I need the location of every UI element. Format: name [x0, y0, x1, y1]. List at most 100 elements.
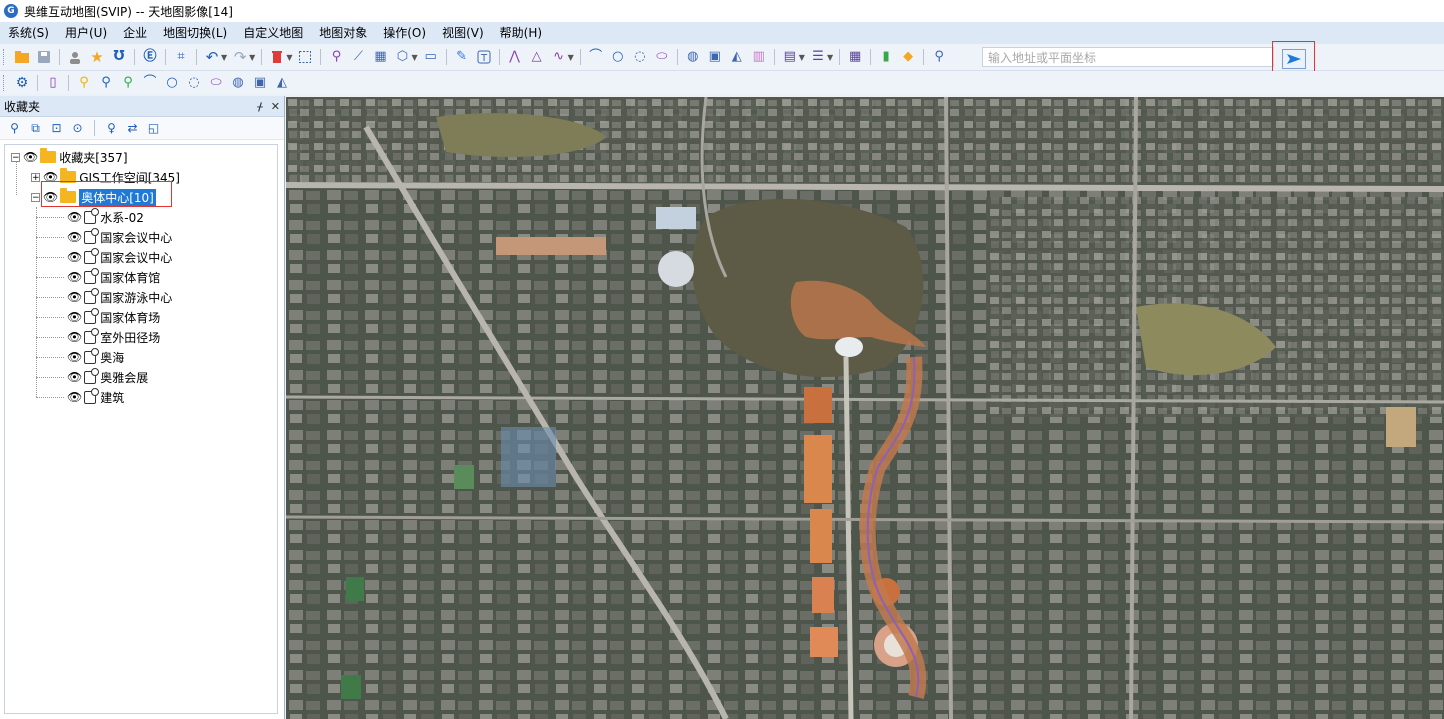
marker-icon[interactable]: ⚲	[326, 47, 346, 67]
map-canvas[interactable]	[286, 97, 1444, 719]
locate-icon[interactable]: ⊙	[69, 120, 86, 137]
track-icon[interactable]: Ʊ	[109, 47, 129, 67]
pin-marker-icon[interactable]: ✎	[452, 47, 472, 67]
grid-table-icon[interactable]: ▦	[845, 47, 865, 67]
tree-item[interactable]: 👁 国家会议中心	[67, 227, 172, 247]
toolbar-grip[interactable]	[3, 75, 7, 91]
tree-item[interactable]: 👁 室外田径场	[67, 327, 160, 347]
text-label-icon[interactable]: T	[474, 47, 494, 67]
polygon-icon[interactable]: △	[527, 47, 547, 67]
filled-shape-icon[interactable]: ◭	[272, 73, 292, 93]
stripes-icon[interactable]: ▥	[749, 47, 769, 67]
menu-user[interactable]: 用户(U)	[57, 22, 115, 44]
list-icon[interactable]: ☰	[808, 47, 828, 67]
user-icon[interactable]	[65, 47, 85, 67]
crop-icon[interactable]: ⌗	[171, 47, 191, 67]
pin-icon[interactable]: ♀	[103, 120, 120, 137]
favorite-star-icon[interactable]: ★	[87, 47, 107, 67]
blue-pin-icon[interactable]: ⚲	[96, 73, 116, 93]
visibility-eye-icon[interactable]: 👁	[67, 230, 82, 244]
menu-system[interactable]: 系统(S)	[0, 22, 57, 44]
save-icon[interactable]	[34, 47, 54, 67]
tree-item[interactable]: 👁 奥海	[67, 347, 124, 367]
curve-dropdown-icon[interactable]: ▼	[568, 53, 574, 62]
copy-icon[interactable]: ⧉	[27, 120, 44, 137]
redo-icon[interactable]: ↷	[230, 47, 250, 67]
select-box-icon[interactable]	[295, 47, 315, 67]
search-icon[interactable]: ⚲	[6, 120, 23, 137]
filled-circle-icon[interactable]: ◍	[228, 73, 248, 93]
menu-enterprise[interactable]: 企业	[115, 22, 155, 44]
undo-dropdown-icon[interactable]: ▼	[221, 53, 227, 62]
visibility-eye-icon[interactable]: 👁	[67, 310, 82, 324]
yellow-pin-icon[interactable]: ⚲	[74, 73, 94, 93]
curve-icon[interactable]: ∿	[549, 47, 569, 67]
globe-3d-icon[interactable]: Ⓔ	[140, 47, 160, 67]
vip-icon[interactable]: ◆	[898, 47, 918, 67]
tree-item[interactable]: 👁 奥雅会展	[67, 367, 148, 387]
search-input[interactable]: 输入地址或平面坐标	[982, 47, 1274, 67]
tree-item[interactable]: 👁 国家会议中心	[67, 247, 172, 267]
expand-icon[interactable]: +	[31, 172, 40, 182]
circle-outline-icon[interactable]: ○	[162, 73, 182, 93]
delete-icon[interactable]	[267, 47, 287, 67]
menu-map-switch[interactable]: 地图切换(L)	[155, 22, 235, 44]
filled-polygon-icon[interactable]: ◭	[727, 47, 747, 67]
menu-view[interactable]: 视图(V)	[434, 22, 492, 44]
toolbar-grip[interactable]	[3, 49, 7, 65]
redo-dropdown-icon[interactable]: ▼	[249, 53, 255, 62]
arc-circle-icon[interactable]: ◌	[184, 73, 204, 93]
visibility-eye-icon[interactable]: 👁	[67, 370, 82, 384]
cube-icon[interactable]: ⬡	[392, 47, 412, 67]
layer-panel-icon[interactable]: ▤	[780, 47, 800, 67]
search-icon[interactable]: ⚲	[929, 47, 949, 67]
visibility-eye-icon[interactable]: 👁	[23, 150, 38, 164]
visibility-eye-icon[interactable]: 👁	[67, 390, 82, 404]
tree-item[interactable]: 👁 国家游泳中心	[67, 287, 172, 307]
visibility-eye-icon[interactable]: 👁	[67, 250, 82, 264]
green-pin-icon[interactable]: ⚲	[118, 73, 138, 93]
video-icon[interactable]: ▭	[421, 47, 441, 67]
layer-panel-dropdown-icon[interactable]: ▼	[799, 53, 805, 62]
visibility-eye-icon[interactable]: 👁	[67, 330, 82, 344]
menu-operation[interactable]: 操作(O)	[375, 22, 434, 44]
arc-line-icon[interactable]: ⌒	[140, 73, 160, 93]
delete-dropdown-icon[interactable]: ▼	[286, 53, 292, 62]
ellipse-icon[interactable]: ⬭	[652, 47, 672, 67]
filled-rect-icon[interactable]: ▣	[250, 73, 270, 93]
settings-gear-icon[interactable]: ⚙	[12, 73, 32, 93]
close-icon[interactable]: ✕	[271, 100, 280, 113]
chat-icon[interactable]: ▮	[876, 47, 896, 67]
circle-icon[interactable]: ○	[608, 47, 628, 67]
tree-item[interactable]: 👁 建筑	[67, 387, 124, 407]
cube-dropdown-icon[interactable]: ▼	[411, 53, 417, 62]
tree-item[interactable]: 👁 水系-02	[67, 207, 144, 227]
menu-custom-map[interactable]: 自定义地图	[235, 22, 311, 44]
tree-item[interactable]: 👁 国家体育场	[67, 307, 160, 327]
layer-icon[interactable]: ◱	[145, 120, 162, 137]
filled-circle-icon[interactable]: ◍	[683, 47, 703, 67]
filled-square-icon[interactable]: ▣	[705, 47, 725, 67]
undo-icon[interactable]: ↶	[202, 47, 222, 67]
menu-map-objects[interactable]: 地图对象	[311, 22, 375, 44]
swap-icon[interactable]: ⇄	[124, 120, 141, 137]
visibility-eye-icon[interactable]: 👁	[67, 350, 82, 364]
arc-icon[interactable]: ⌒	[586, 47, 606, 67]
pin-icon[interactable]: ᚋ	[257, 100, 262, 113]
open-folder-icon[interactable]	[12, 47, 32, 67]
ruler-icon[interactable]: ⟋	[348, 47, 368, 67]
list-dropdown-icon[interactable]: ▼	[827, 53, 833, 62]
collapse-icon[interactable]: −	[11, 152, 20, 162]
collapse-icon[interactable]: −	[31, 192, 40, 202]
visibility-eye-icon[interactable]: 👁	[67, 270, 82, 284]
ellipse-outline-icon[interactable]: ⬭	[206, 73, 226, 93]
menu-help[interactable]: 帮助(H)	[492, 22, 550, 44]
document-icon[interactable]: ▯	[43, 73, 63, 93]
tree-item[interactable]: 👁 国家体育馆	[67, 267, 160, 287]
sector-icon[interactable]: ◌	[630, 47, 650, 67]
tree-root[interactable]: − 👁 收藏夹[357]	[11, 147, 128, 167]
building-icon[interactable]: ▦	[370, 47, 390, 67]
polyline-icon[interactable]: ⋀	[505, 47, 525, 67]
visibility-eye-icon[interactable]: 👁	[67, 210, 82, 224]
import-icon[interactable]: ⊡	[48, 120, 65, 137]
